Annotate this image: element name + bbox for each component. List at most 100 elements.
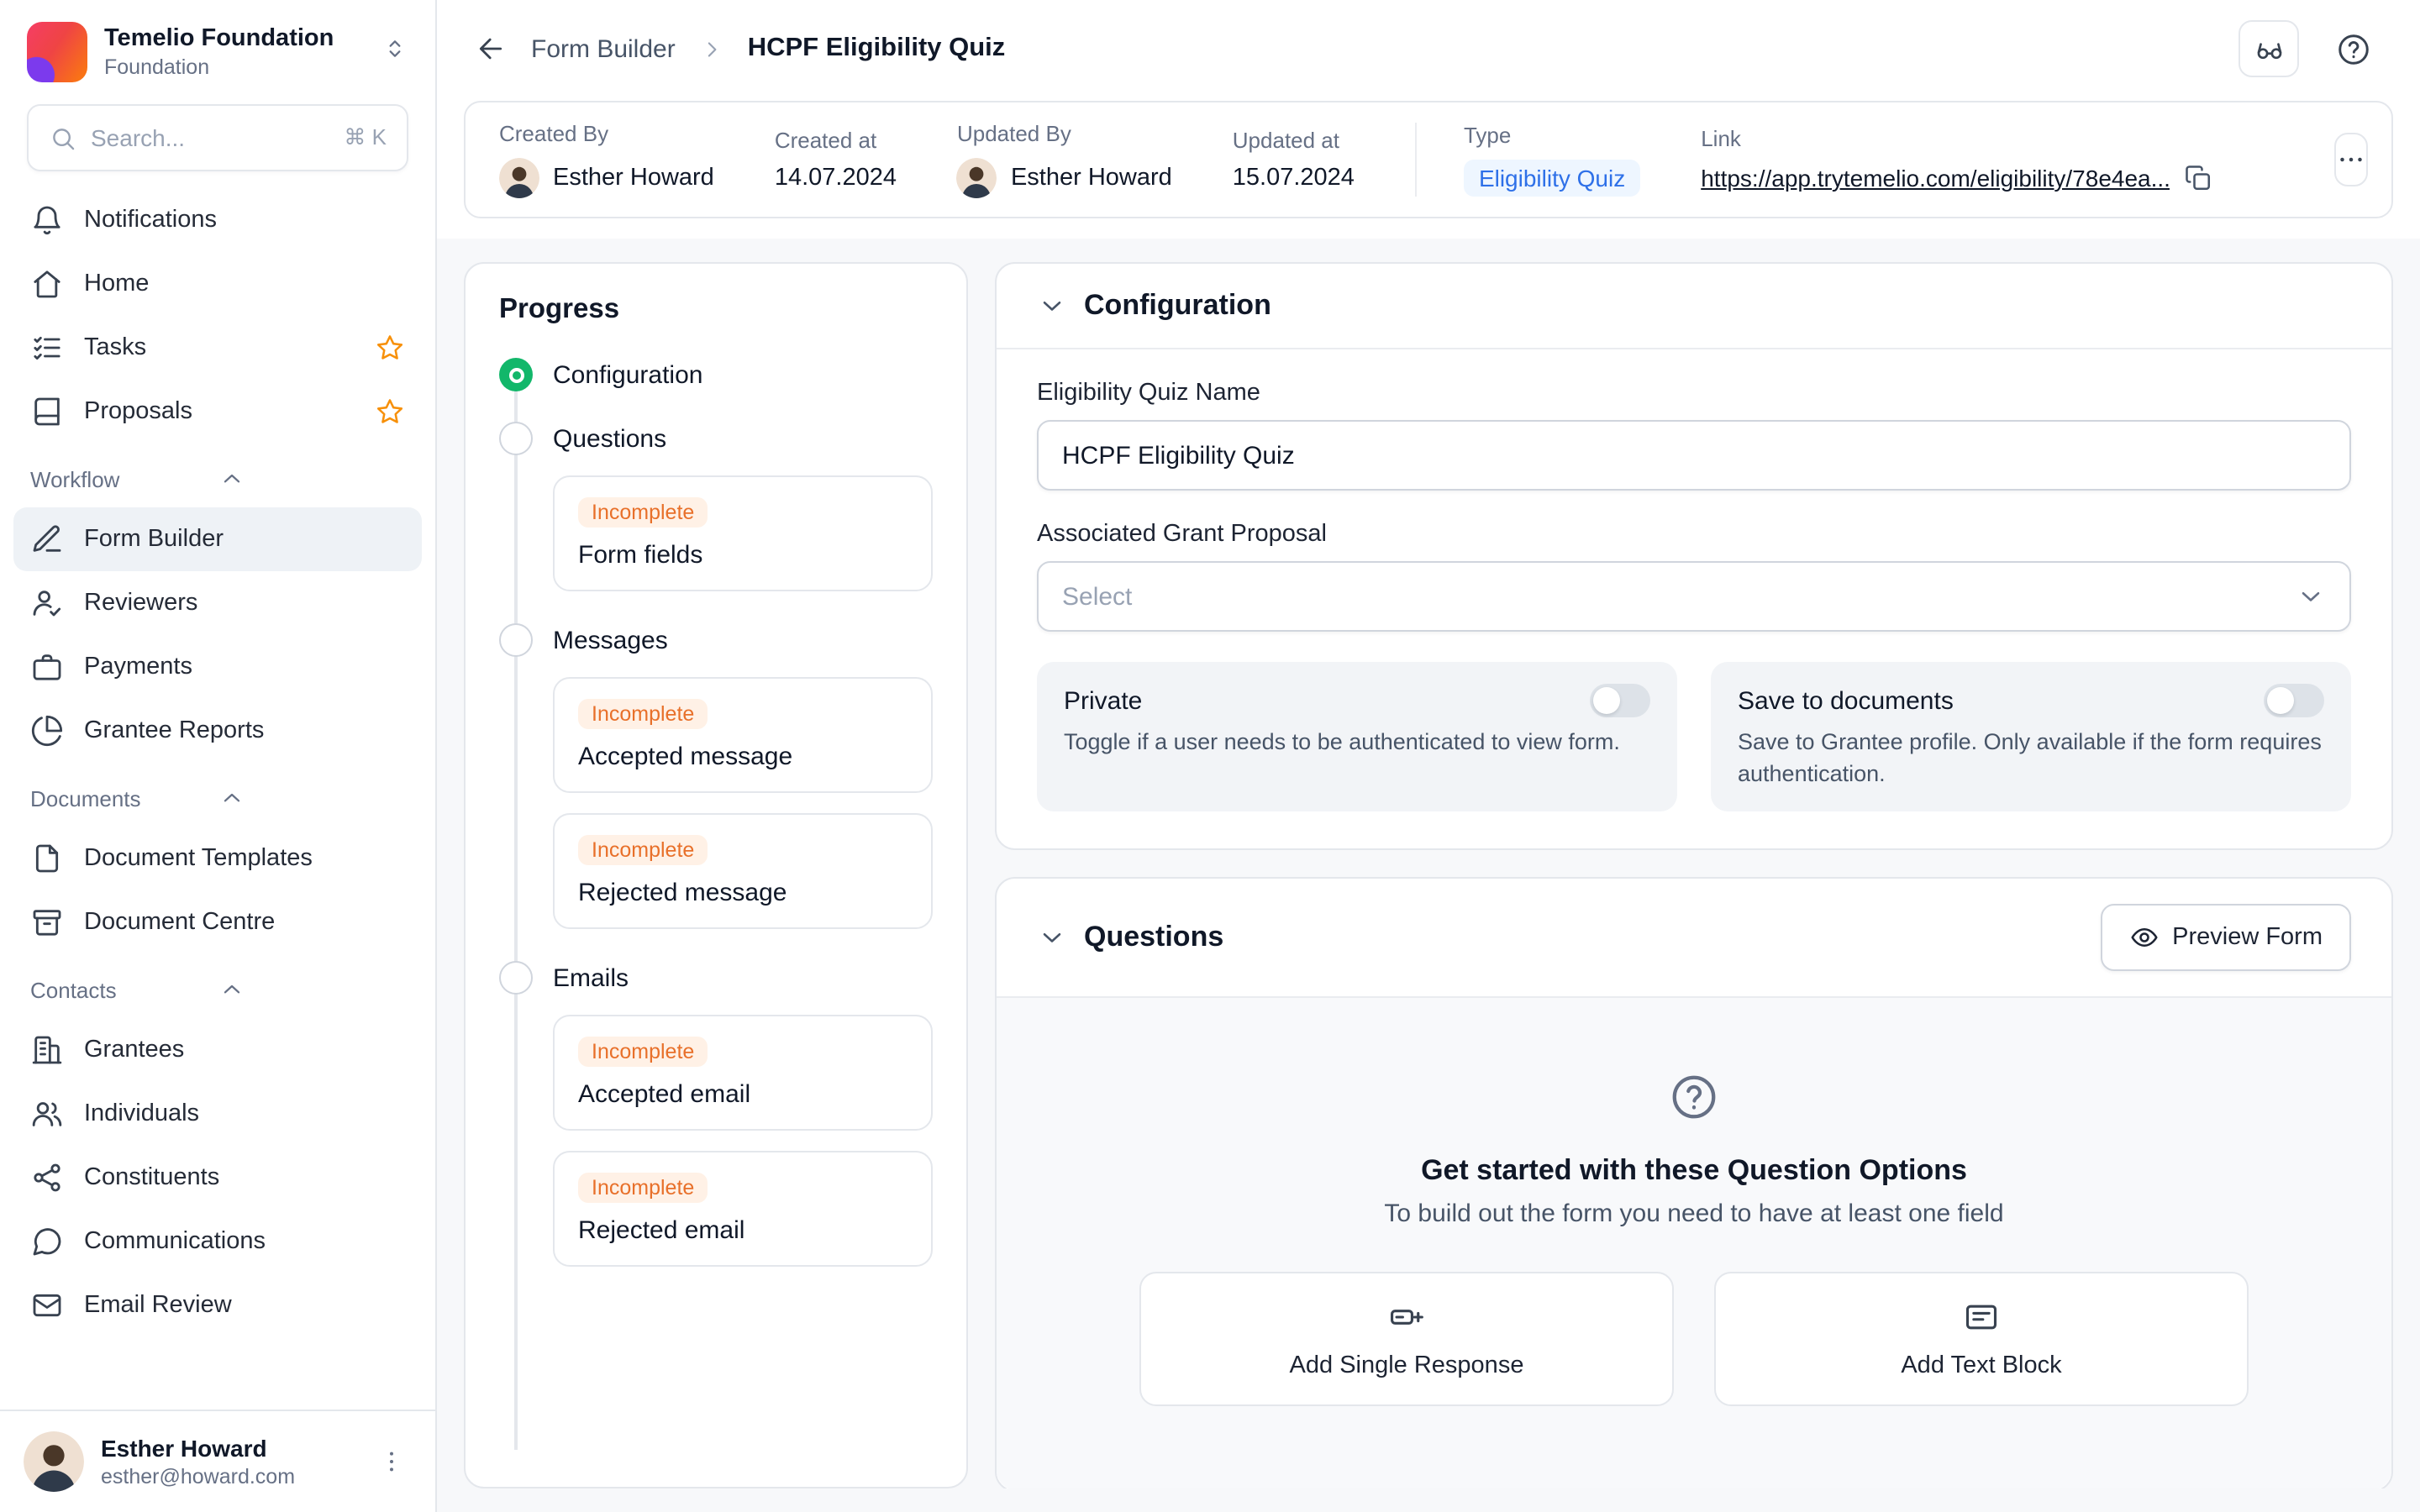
sidebar-item-reviewers[interactable]: Reviewers	[13, 571, 422, 635]
progress-title: Progress	[499, 294, 933, 326]
sidebar-item-notifications[interactable]: Notifications	[13, 188, 422, 252]
sidebar-item-payments[interactable]: Payments	[13, 635, 422, 699]
selector-icon	[381, 34, 408, 70]
sidebar-item-grantees[interactable]: Grantees	[13, 1018, 422, 1082]
more-actions-button[interactable]	[2335, 133, 2369, 186]
checklist-icon	[30, 331, 64, 365]
step-label: Configuration	[553, 360, 702, 389]
add-text-block-button[interactable]: Add Text Block	[1714, 1273, 2249, 1407]
pie-chart-icon	[30, 714, 64, 748]
meta-value: 14.07.2024	[775, 165, 897, 192]
app-window: Temelio Foundation Foundation ⌘ K Notifi…	[0, 0, 2420, 1512]
proposal-select[interactable]: Select	[1037, 561, 2351, 632]
preview-as-icon[interactable]	[2238, 20, 2299, 77]
sidebar-item-tasks[interactable]: Tasks	[13, 316, 422, 380]
meta-label: Updated By	[957, 121, 1172, 146]
section-label: Contacts	[30, 977, 218, 1002]
avatar	[24, 1431, 84, 1492]
section-documents[interactable]: Documents	[13, 769, 422, 827]
single-response-icon	[1388, 1299, 1425, 1336]
search-shortcut: ⌘ K	[344, 124, 387, 151]
preview-form-label: Preview Form	[2172, 925, 2323, 952]
meta-label: Type	[1464, 123, 1640, 148]
save-to-documents-panel: Save to documents Save to Grantee profil…	[1711, 662, 2351, 812]
step-emails[interactable]: Emails	[499, 946, 933, 1010]
sidebar-nav: Notifications Home Tasks	[0, 188, 435, 1410]
option-label: Add Single Response	[1290, 1353, 1524, 1380]
sidebar-item-label: Payments	[84, 654, 405, 680]
empty-state-title: Get started with these Question Options	[1037, 1155, 2351, 1189]
topbar: Form Builder HCPF Eligibility Quiz	[437, 0, 2420, 97]
meta-label: Updated at	[1233, 128, 1355, 153]
quiz-name-label: Eligibility Quiz Name	[1037, 380, 2351, 407]
status-badge: Incomplete	[578, 1037, 708, 1067]
meta-strip: Created By Esther Howard Created at 14.0…	[437, 97, 2420, 239]
progress-card-accepted-email[interactable]: Incomplete Accepted email	[553, 1015, 933, 1131]
sidebar-item-label: Constituents	[84, 1164, 405, 1191]
chevron-down-icon[interactable]	[1037, 923, 1067, 953]
avatar	[499, 158, 539, 198]
archive-icon	[30, 906, 64, 939]
sidebar-item-proposals[interactable]: Proposals	[13, 380, 422, 444]
sidebar-item-document-centre[interactable]: Document Centre	[13, 890, 422, 954]
add-single-response-button[interactable]: Add Single Response	[1139, 1273, 1674, 1407]
private-panel: Private Toggle if a user needs to be aut…	[1037, 662, 1677, 812]
private-toggle[interactable]	[1590, 684, 1650, 717]
breadcrumb-parent[interactable]: Form Builder	[531, 34, 676, 63]
form-meta-card: Created By Esther Howard Created at 14.0…	[464, 101, 2393, 218]
sidebar-item-communications[interactable]: Communications	[13, 1210, 422, 1273]
preview-form-button[interactable]: Preview Form	[2100, 905, 2351, 972]
eye-icon	[2128, 923, 2159, 953]
star-icon[interactable]	[375, 333, 405, 363]
meta-value: Esther Howard	[1011, 165, 1172, 192]
copy-icon[interactable]	[2184, 163, 2214, 193]
chevron-up-icon	[218, 465, 405, 492]
sidebar-item-label: Document Templates	[84, 845, 405, 872]
briefcase-icon	[30, 650, 64, 684]
sidebar-item-grantee-reports[interactable]: Grantee Reports	[13, 699, 422, 763]
sidebar-item-email-review[interactable]: Email Review	[13, 1273, 422, 1337]
proposal-label: Associated Grant Proposal	[1037, 521, 2351, 548]
progress-card-rejected-email[interactable]: Incomplete Rejected email	[553, 1151, 933, 1267]
select-placeholder: Select	[1062, 582, 1132, 611]
avatar	[957, 158, 997, 198]
progress-panel: Progress Configuration Questions Incompl…	[464, 262, 968, 1488]
user-card: Esther Howard esther@howard.com	[0, 1410, 435, 1512]
book-icon	[30, 395, 64, 428]
star-icon[interactable]	[375, 396, 405, 427]
org-switcher[interactable]: Temelio Foundation Foundation	[0, 0, 435, 101]
sidebar-item-label: Grantees	[84, 1037, 405, 1063]
org-type: Foundation	[104, 55, 365, 79]
progress-card-rejected-message[interactable]: Incomplete Rejected message	[553, 813, 933, 929]
section-contacts[interactable]: Contacts	[13, 961, 422, 1018]
progress-card-form-fields[interactable]: Incomplete Form fields	[553, 475, 933, 591]
user-menu-icon[interactable]	[371, 1441, 412, 1482]
step-configuration[interactable]: Configuration	[499, 343, 933, 407]
status-badge: Incomplete	[578, 497, 708, 528]
sidebar-item-individuals[interactable]: Individuals	[13, 1082, 422, 1146]
user-check-icon	[30, 586, 64, 620]
breadcrumb-current: HCPF Eligibility Quiz	[748, 34, 1006, 64]
back-button[interactable]	[474, 32, 508, 66]
help-circle-icon	[1669, 1073, 1719, 1123]
help-icon[interactable]	[2323, 20, 2383, 77]
sidebar-item-form-builder[interactable]: Form Builder	[13, 507, 422, 571]
sidebar-item-label: Form Builder	[84, 526, 405, 553]
sidebar-item-label: Individuals	[84, 1100, 405, 1127]
bell-icon	[30, 203, 64, 237]
section-workflow[interactable]: Workflow	[13, 450, 422, 507]
step-messages[interactable]: Messages	[499, 608, 933, 672]
chevron-down-icon[interactable]	[1037, 291, 1067, 321]
progress-stepper: Configuration Questions Incomplete Form …	[499, 343, 933, 1457]
quiz-name-input[interactable]	[1037, 420, 2351, 491]
step-questions[interactable]: Questions	[499, 407, 933, 470]
sidebar-item-constituents[interactable]: Constituents	[13, 1146, 422, 1210]
form-link-url[interactable]: https://app.trytemelio.com/eligibility/7…	[1701, 165, 2170, 192]
sidebar-item-home[interactable]: Home	[13, 252, 422, 316]
sidebar-item-document-templates[interactable]: Document Templates	[13, 827, 422, 890]
save-to-documents-toggle[interactable]	[2264, 684, 2324, 717]
empty-state-subtitle: To build out the form you need to have a…	[1037, 1200, 2351, 1229]
progress-card-accepted-message[interactable]: Incomplete Accepted message	[553, 677, 933, 793]
meta-label: Created at	[775, 128, 897, 153]
search-input[interactable]	[91, 124, 330, 151]
